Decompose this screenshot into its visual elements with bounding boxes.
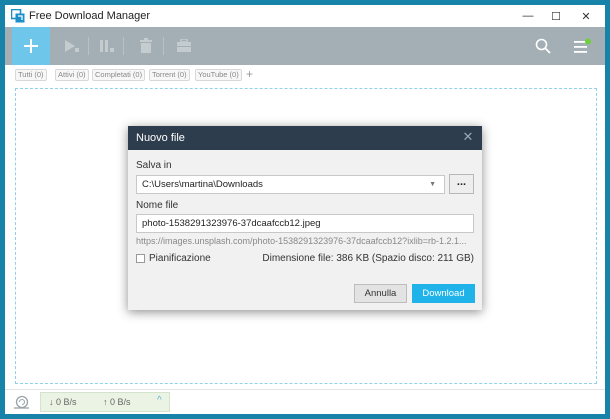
- search-button[interactable]: [532, 27, 554, 65]
- pause-icon: [100, 40, 114, 52]
- maximize-button[interactable]: ☐: [541, 5, 571, 27]
- delete-button[interactable]: [135, 27, 157, 65]
- status-bar: ↓ 0 B/s ↑ 0 B/s ^: [5, 389, 605, 414]
- main-menu-button[interactable]: [571, 27, 593, 65]
- pause-button[interactable]: [95, 27, 117, 65]
- close-window-button[interactable]: ✕: [571, 5, 601, 27]
- save-in-label: Salva in: [136, 160, 172, 171]
- cancel-button[interactable]: Annulla: [354, 284, 407, 303]
- search-icon: [535, 38, 551, 54]
- save-path-select[interactable]: C:\Users\martina\Downloads ▼: [136, 175, 445, 194]
- briefcase-icon: [177, 39, 191, 52]
- file-size-info: Dimensione file: 386 KB (Spazio disco: 2…: [262, 253, 474, 264]
- close-icon: ✕: [581, 10, 591, 23]
- toolbar: [5, 27, 605, 65]
- schedule-label[interactable]: Pianificazione: [149, 253, 211, 264]
- download-speed: ↓ 0 B/s: [49, 397, 77, 407]
- filter-tab-all[interactable]: Tutti (0): [15, 69, 47, 81]
- filter-bar: Tutti (0) Attivi (0) Completati (0) Torr…: [5, 65, 605, 85]
- add-filter-icon[interactable]: +: [246, 67, 253, 81]
- source-url: https://images.unsplash.com/photo-153829…: [136, 236, 467, 246]
- dialog-header: Nuovo file ✕: [128, 126, 482, 150]
- fdm-logo-icon: [11, 9, 25, 23]
- download-button[interactable]: Download: [412, 284, 475, 303]
- minimize-icon: —: [522, 10, 534, 22]
- play-icon: [65, 40, 79, 52]
- filter-tab-completed[interactable]: Completati (0): [92, 69, 146, 81]
- chevron-down-icon: ▼: [429, 181, 436, 188]
- new-file-dialog: Nuovo file ✕ Salva in C:\Users\martina\D…: [128, 126, 482, 310]
- schedule-checkbox[interactable]: [136, 254, 145, 263]
- menu-icon: [574, 38, 591, 53]
- filename-input[interactable]: photo-1538291323976-37dcaafccb12.jpeg: [136, 214, 474, 233]
- toolbar-separator: [88, 37, 89, 55]
- save-path-value: C:\Users\martina\Downloads: [142, 179, 263, 190]
- filter-tab-active[interactable]: Attivi (0): [55, 69, 89, 81]
- browse-folder-button[interactable]: ...: [449, 174, 474, 194]
- speed-panel[interactable]: ↓ 0 B/s ↑ 0 B/s ^: [40, 392, 170, 412]
- maximize-icon: ☐: [551, 10, 561, 23]
- minimize-button[interactable]: —: [513, 5, 543, 27]
- move-button[interactable]: [173, 27, 195, 65]
- filename-label: Nome file: [136, 200, 179, 211]
- add-icon: [24, 39, 38, 53]
- window-title: Free Download Manager: [29, 10, 151, 22]
- filter-tab-youtube[interactable]: YouTube (0): [195, 69, 242, 81]
- close-icon[interactable]: ✕: [462, 130, 474, 144]
- title-bar: Free Download Manager — ☐ ✕: [5, 5, 605, 27]
- toolbar-separator: [123, 37, 124, 55]
- toolbar-separator: [163, 37, 164, 55]
- add-download-button[interactable]: [12, 27, 50, 65]
- upload-speed: ↑ 0 B/s: [103, 397, 131, 407]
- trash-icon: [140, 38, 152, 53]
- chevron-up-icon[interactable]: ^: [157, 395, 162, 406]
- start-button[interactable]: [61, 27, 83, 65]
- filter-tab-torrent[interactable]: Torrent (0): [149, 69, 190, 81]
- dialog-title: Nuovo file: [136, 132, 185, 144]
- snail-icon[interactable]: [13, 395, 31, 409]
